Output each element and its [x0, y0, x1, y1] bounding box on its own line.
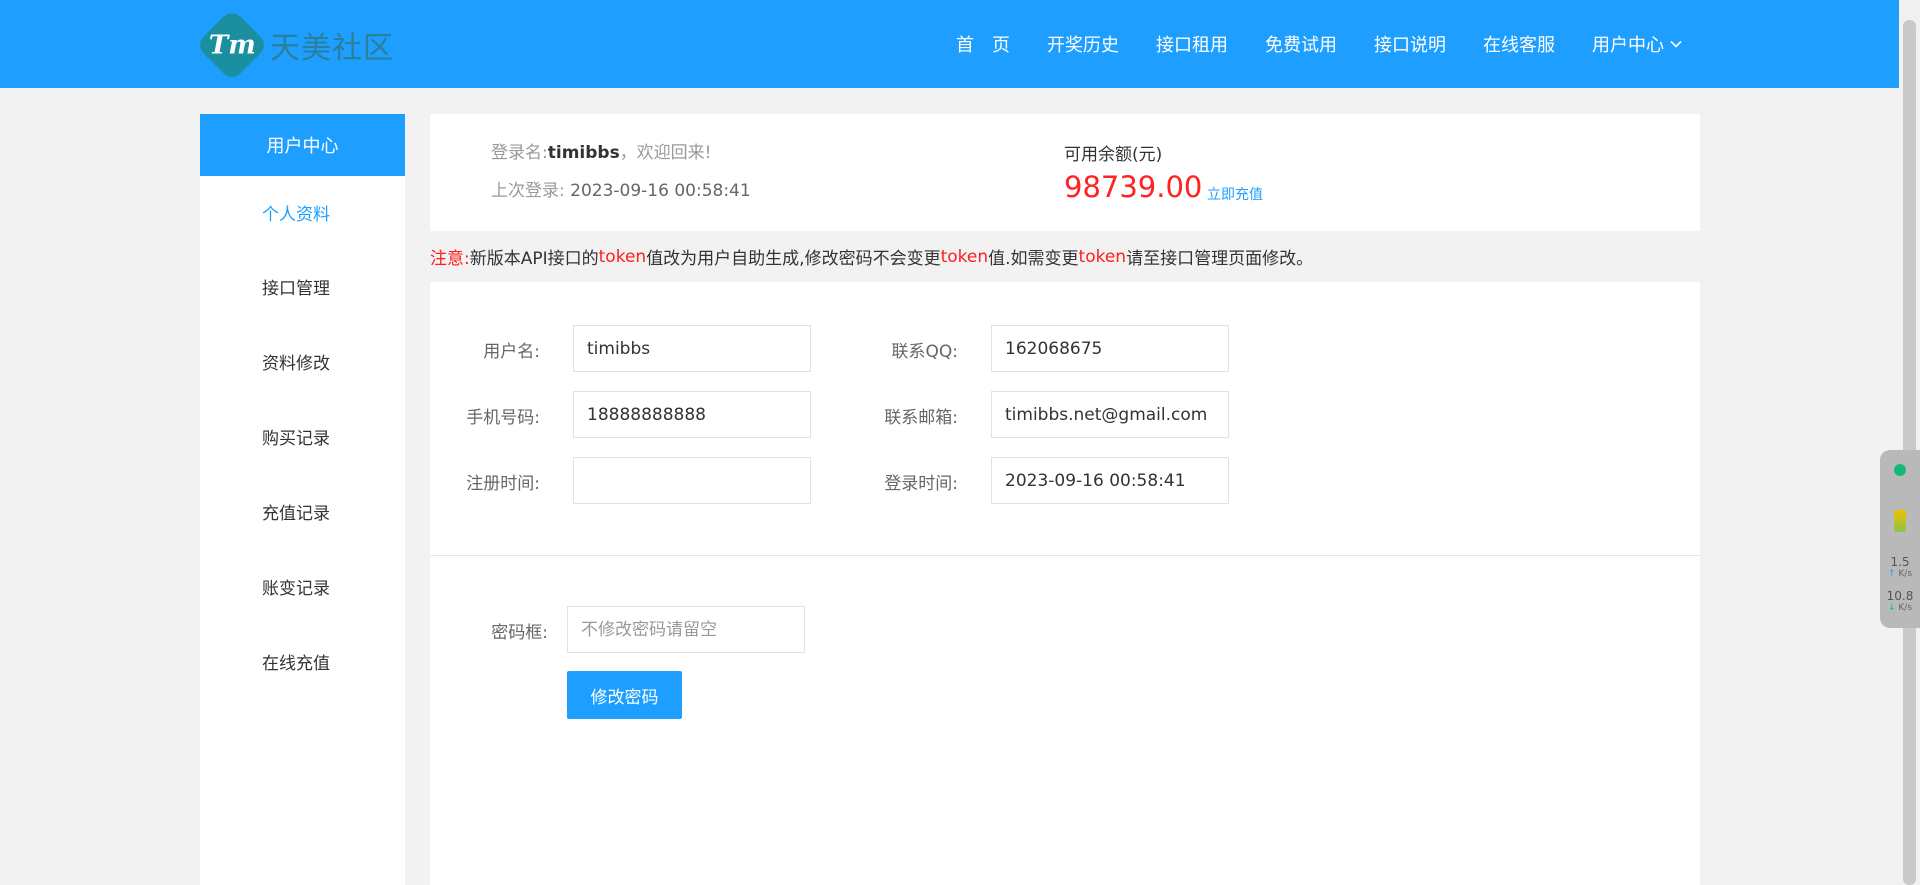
- password-input[interactable]: [567, 606, 805, 653]
- change-password-button[interactable]: 修改密码: [567, 671, 682, 719]
- nav-user-center[interactable]: 用户中心: [1592, 31, 1682, 57]
- account-summary: 登录名:timibbs，欢迎回来! 上次登录: 2023-09-16 00:58…: [430, 114, 1700, 231]
- download-speed: 10.8 ↓ K/s: [1882, 590, 1918, 614]
- login-name-line: 登录名:timibbs，欢迎回来!: [491, 138, 712, 163]
- nav-api-docs[interactable]: 接口说明: [1374, 31, 1446, 57]
- last-login-value: 2023-09-16 00:58:41: [570, 181, 751, 201]
- login-name-prefix: 登录名:: [491, 143, 548, 163]
- phone-field[interactable]: [573, 391, 811, 438]
- sidebar-item-balance-records[interactable]: 账变记录: [200, 549, 405, 624]
- username-label: 用户名:: [483, 342, 540, 362]
- download-speed-unit: K/s: [1898, 603, 1913, 613]
- notice-token-1: token: [598, 246, 647, 267]
- email-label: 联系邮箱:: [884, 408, 958, 428]
- register-time-field[interactable]: [573, 457, 811, 504]
- username-field[interactable]: [573, 325, 811, 372]
- sidebar-title: 用户中心: [200, 114, 405, 176]
- phone-label: 手机号码:: [466, 408, 540, 428]
- upload-speed: 1.5 ↑ K/s: [1882, 556, 1918, 580]
- token-notice: 注意: 新版本API接口的 token 值改为用户自助生成,修改密码不会变更 toke…: [430, 231, 1700, 282]
- sidebar-item-recharge-records[interactable]: 充值记录: [200, 474, 405, 549]
- nav-free-trial[interactable]: 免费试用: [1265, 31, 1337, 57]
- notice-part-1: 新版本API接口的: [469, 249, 599, 269]
- main-nav: 首 页 开奖历史 接口租用 免费试用 接口说明 在线客服 用户中心: [919, 0, 1682, 88]
- last-login-line: 上次登录: 2023-09-16 00:58:41: [491, 176, 751, 201]
- download-speed-value: 10.8: [1886, 589, 1914, 603]
- last-login-label: 上次登录:: [491, 181, 565, 201]
- network-speed-widget[interactable]: 1.5 ↑ K/s 10.8 ↓ K/s: [1880, 450, 1920, 628]
- form-divider: [430, 555, 1700, 556]
- logo-mark-icon: Tm: [195, 8, 269, 82]
- recharge-now-link[interactable]: 立即充值: [1207, 184, 1263, 204]
- nav-online-service[interactable]: 在线客服: [1483, 31, 1555, 57]
- email-field[interactable]: [991, 391, 1229, 438]
- status-dot-icon: [1894, 464, 1906, 476]
- notice-token-3: token: [1078, 246, 1127, 267]
- site-logo[interactable]: Tm 天美社区: [195, 8, 394, 82]
- upload-speed-value: 1.5: [1890, 555, 1910, 569]
- logo-mark-text: Tm: [208, 29, 256, 60]
- notice-prefix: 注意:: [430, 249, 470, 269]
- chevron-down-icon: [1670, 40, 1682, 48]
- logo-text: 天美社区: [270, 31, 394, 66]
- notice-part-3: 值.如需变更: [988, 249, 1079, 269]
- register-time-label: 注册时间:: [466, 474, 540, 494]
- sidebar-item-purchase-records[interactable]: 购买记录: [200, 399, 405, 474]
- notice-part-4: 请至接口管理页面修改。: [1126, 249, 1314, 269]
- sidebar-item-profile[interactable]: 个人资料: [200, 176, 405, 249]
- upload-arrow-icon: ↑: [1887, 569, 1896, 579]
- notice-token-2: token: [940, 246, 989, 267]
- notice-part-2: 值改为用户自助生成,修改密码不会变更: [646, 249, 941, 269]
- nav-api-rental[interactable]: 接口租用: [1156, 31, 1228, 57]
- balance-label: 可用余额(元): [1064, 145, 1163, 165]
- profile-form: 用户名: 联系QQ: 手机号码: 联系邮箱: 注册时间: 登录时间: 密码框: …: [430, 282, 1700, 885]
- qq-label: 联系QQ:: [891, 342, 959, 362]
- main-content: 登录名:timibbs，欢迎回来! 上次登录: 2023-09-16 00:58…: [430, 114, 1700, 885]
- nav-user-center-label: 用户中心: [1592, 35, 1664, 56]
- login-username: timibbs: [547, 143, 620, 163]
- balance-value: 98739.00: [1064, 170, 1203, 204]
- qq-field[interactable]: [991, 325, 1229, 372]
- sidebar-item-online-recharge[interactable]: 在线充值: [200, 624, 405, 699]
- password-label: 密码框:: [491, 623, 548, 643]
- upload-speed-unit: K/s: [1898, 569, 1913, 579]
- top-header: Tm 天美社区 首 页 开奖历史 接口租用 免费试用 接口说明 在线客服 用户中…: [0, 0, 1920, 88]
- download-arrow-icon: ↓: [1887, 603, 1896, 613]
- nav-home[interactable]: 首 页: [956, 31, 1010, 57]
- welcome-text: ，欢迎回来!: [619, 143, 712, 163]
- login-time-label: 登录时间:: [884, 474, 958, 494]
- sidebar-item-edit-profile[interactable]: 资料修改: [200, 324, 405, 399]
- usage-bar-icon: [1894, 510, 1906, 532]
- nav-draw-history[interactable]: 开奖历史: [1047, 31, 1119, 57]
- login-time-field[interactable]: [991, 457, 1229, 504]
- sidebar: 用户中心 个人资料 接口管理 资料修改 购买记录 充值记录 账变记录 在线充值: [200, 114, 405, 885]
- sidebar-item-api-management[interactable]: 接口管理: [200, 249, 405, 324]
